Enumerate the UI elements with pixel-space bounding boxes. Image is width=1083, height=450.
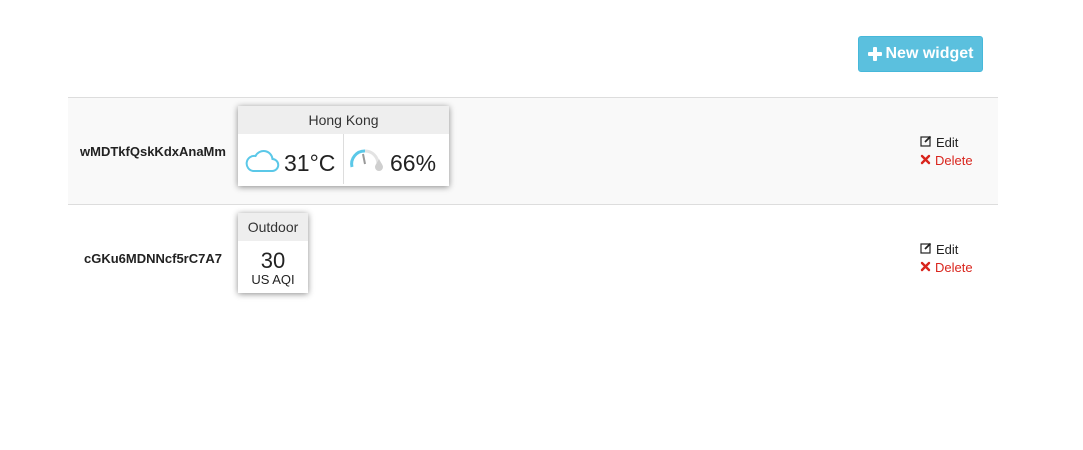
weather-widget: Hong Kong 31°C 66% <box>238 106 449 186</box>
row-actions: Edit Delete <box>920 134 973 170</box>
delete-label: Delete <box>935 260 973 275</box>
widget-title: Hong Kong <box>238 106 449 134</box>
widget-id: wMDTkfQskKdxAnaMm <box>80 143 226 159</box>
delete-button[interactable]: Delete <box>920 259 973 277</box>
aqi-value: 30 <box>260 248 286 273</box>
plus-icon <box>867 46 883 62</box>
aqi-widget: Outdoor 30 US AQI <box>238 213 308 293</box>
new-widget-label: New widget <box>885 45 974 62</box>
table-row: wMDTkfQskKdxAnaMm Hong Kong 31°C 66% Edi… <box>68 97 998 204</box>
delete-icon <box>920 152 931 170</box>
edit-button[interactable]: Edit <box>920 134 973 152</box>
cloud-icon <box>244 146 280 180</box>
widget-id: cGKu6MDNNcf5rC7A7 <box>84 250 222 266</box>
widget-title: Outdoor <box>238 213 308 241</box>
delete-button[interactable]: Delete <box>920 152 973 170</box>
humidity-gauge-icon <box>348 143 384 183</box>
new-widget-button[interactable]: New widget <box>858 36 983 72</box>
aqi-unit: US AQI <box>251 272 295 287</box>
delete-icon <box>920 259 931 277</box>
edit-icon <box>920 241 932 259</box>
widget-divider <box>343 134 344 184</box>
delete-label: Delete <box>935 153 973 168</box>
edit-icon <box>920 134 932 152</box>
widgets-table: wMDTkfQskKdxAnaMm Hong Kong 31°C 66% Edi… <box>68 97 998 311</box>
edit-label: Edit <box>936 242 959 257</box>
temperature-display: 31°C <box>244 146 335 180</box>
temperature-value: 31°C <box>284 149 336 176</box>
table-row: cGKu6MDNNcf5rC7A7 Outdoor 30 US AQI Edit… <box>68 204 998 311</box>
edit-label: Edit <box>936 135 959 150</box>
humidity-value: 66% <box>390 149 437 176</box>
edit-button[interactable]: Edit <box>920 241 973 259</box>
row-actions: Edit Delete <box>920 241 973 277</box>
humidity-display: 66% <box>348 143 436 183</box>
